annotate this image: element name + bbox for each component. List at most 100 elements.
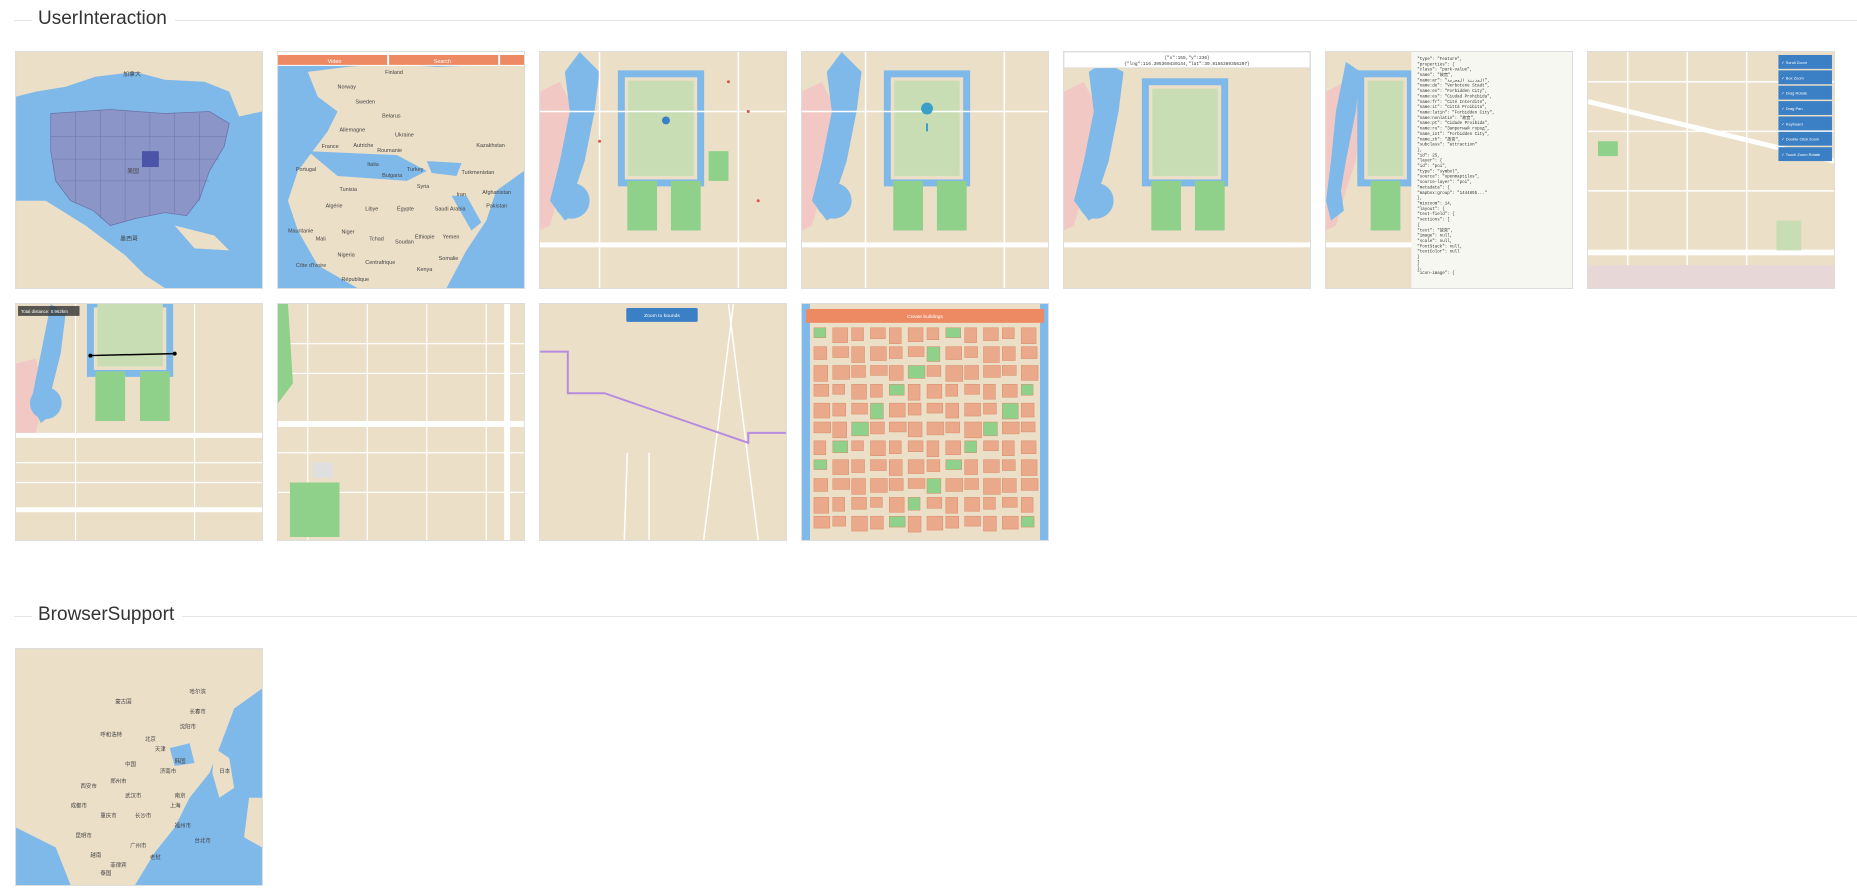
building-block: [907, 440, 924, 452]
json-line: "scale": null,: [1417, 239, 1452, 244]
map-label: Allemagne: [340, 127, 366, 133]
interaction-toggle-label: ✓ Drag Pan: [1781, 106, 1802, 111]
building-block: [907, 497, 921, 511]
section-divider: [14, 616, 1857, 617]
interaction-toggle-label: ✓ Drag Rotate: [1781, 91, 1808, 96]
thumbnail-measure-distance[interactable]: Total distance: 0.962km: [15, 303, 263, 541]
thumbnail-beijing-marker[interactable]: [539, 51, 787, 289]
thumbnail-toggle-interactions[interactable]: ✓ Scroll Zoom ✓ Box Zoom ✓ Drag Rotate ✓ Dr…: [1587, 51, 1835, 289]
building-block: [907, 459, 925, 474]
measure-point[interactable]: [172, 351, 177, 356]
thumbnail-mouse-position[interactable]: {"x":155,"y":236} {"lng":116.39536043014…: [1063, 51, 1311, 289]
building-block: [870, 497, 883, 508]
building-block: [832, 459, 849, 475]
building-block: [945, 327, 961, 338]
building-block: [1002, 327, 1015, 339]
building-block: [964, 365, 979, 380]
building-block: [1020, 365, 1039, 381]
json-line: "minzoom": 14,: [1417, 202, 1452, 207]
building-block: [832, 421, 847, 439]
building-block: [964, 478, 979, 490]
interaction-toggle-label: ✓ Double Click Zoom: [1781, 137, 1820, 142]
thumbnail-europe-africa[interactable]: Video Search Norway Finland Sweden Belar…: [277, 51, 525, 289]
map-label: 韩国: [175, 757, 186, 765]
route-map-graphic: Zoom to bounds: [540, 304, 786, 540]
map-label: Kenya: [417, 267, 433, 273]
building-block: [851, 440, 864, 452]
measure-point[interactable]: [88, 353, 93, 358]
json-line: "source": "openmaptiles",: [1417, 175, 1479, 180]
building-block: [870, 515, 884, 530]
usa-map-graphic: 加拿大 墨西哥 美国: [16, 52, 262, 288]
building-block: [983, 421, 998, 437]
map-label: Libye: [365, 207, 378, 213]
map-label: 重庆市: [100, 812, 117, 820]
map-label: 台北市: [195, 836, 212, 844]
street-map-graphic: [278, 304, 524, 540]
map-label: 天津: [155, 746, 166, 753]
map-label: 泰国: [100, 869, 111, 877]
beijing-map-graphic: [540, 52, 786, 288]
thumbnail-beijing-pin[interactable]: [801, 51, 1049, 289]
building-block: [945, 459, 962, 470]
map-label: Mauritanie: [288, 228, 313, 234]
map-label: 长沙市: [135, 812, 152, 820]
interaction-toggle-label: ✓ Keyboard: [1781, 121, 1802, 126]
building-block: [964, 440, 977, 453]
map-label: Finland: [385, 70, 403, 76]
thumbnail-street-map[interactable]: [277, 303, 525, 541]
building-block: [832, 327, 848, 343]
map-label: Éthiopie: [415, 233, 435, 240]
building-block: [1002, 384, 1018, 398]
map-marker[interactable]: [662, 116, 670, 125]
distance-readout: Total distance: 0.962km: [21, 309, 68, 314]
map-label: 南京: [175, 792, 186, 800]
building-block: [870, 365, 888, 376]
building-block: [983, 459, 1000, 473]
building-block: [851, 459, 865, 473]
building-block: [1002, 497, 1018, 508]
building-block: [1002, 346, 1016, 361]
map-label: Somalie: [439, 256, 459, 262]
map-label: Niger: [342, 229, 355, 235]
json-line: "subclass": "attraction": [1417, 143, 1477, 148]
building-block: [964, 346, 978, 358]
interaction-toggle-panel: ✓ Scroll Zoom ✓ Box Zoom ✓ Drag Rotate ✓ Dr…: [1778, 54, 1832, 162]
building-block: [1020, 459, 1038, 476]
map-label: Italia: [367, 162, 379, 168]
building-block: [964, 384, 980, 395]
thumbnail-zoom-to-bounds[interactable]: Zoom to bounds: [539, 303, 787, 541]
json-line: "name:de": "Verbotene Stadt",: [1417, 84, 1489, 89]
building-block: [983, 402, 997, 415]
building-block: [889, 440, 902, 454]
building-block: [870, 459, 887, 471]
map-label: Norway: [338, 85, 357, 91]
section-header-browsersupport: BrowserSupport: [0, 596, 1857, 636]
building-block: [889, 384, 905, 396]
map-label: Côte d'Ivoire: [296, 263, 326, 269]
thumbnail-east-asia[interactable]: 蒙古国 哈尔滨 长春市 沈阳市 呼和浩特 北京 天津 韩国 日本 中国 济南市 郑州市 西安市 成都市 武汉…: [15, 648, 263, 886]
thumbnail-create-buildings[interactable]: Create buildings: [801, 303, 1049, 541]
map-label: Sweden: [355, 100, 375, 106]
building-block: [945, 365, 963, 382]
thumbnail-usa-states[interactable]: 加拿大 墨西哥 美国: [15, 51, 263, 289]
building-block: [926, 440, 940, 457]
json-line: "fontStack": null,: [1417, 244, 1462, 249]
video-button-label: Video: [328, 59, 342, 65]
json-line: "name:ru": "Запретный город",: [1417, 127, 1489, 132]
building-block: [1002, 421, 1020, 435]
map-label: 长春市: [190, 707, 207, 715]
building-block: [851, 365, 866, 378]
building-block: [926, 384, 943, 399]
building-block: [907, 478, 926, 489]
building-block: [945, 384, 958, 397]
building-block: [983, 478, 1001, 495]
building-block: [983, 346, 1000, 363]
json-line: "name:ar": "المدينة المحرمة",: [1417, 78, 1489, 83]
thumbnail-query-features[interactable]: "type": "Feature", "properties": { "class…: [1325, 51, 1573, 289]
json-line: "type": "symbol",: [1417, 169, 1459, 174]
building-block: [926, 327, 940, 340]
interaction-toggle-label: ✓ Box Zoom: [1781, 75, 1804, 80]
building-block: [983, 515, 997, 532]
beijing-map-graphic: Total distance: 0.962km: [16, 304, 262, 540]
